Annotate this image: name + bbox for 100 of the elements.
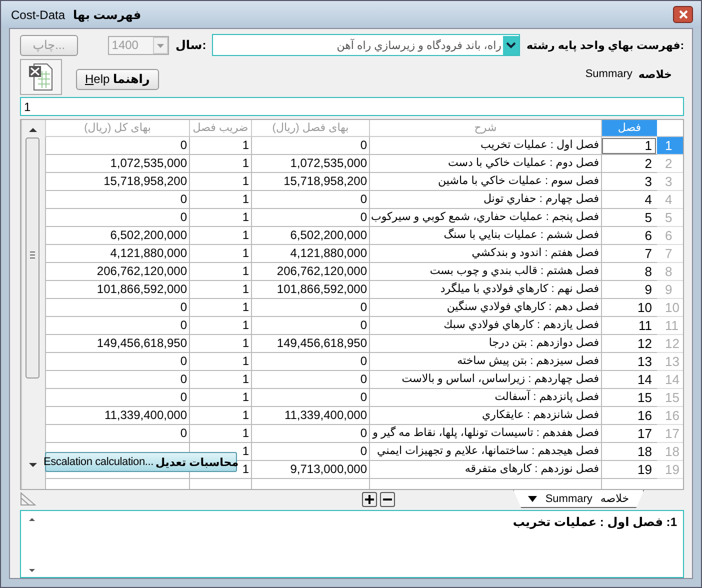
description-cell: فصل پانزدهم : آسفالت (369, 389, 601, 407)
description-cell: فصل هيجدهم : ساختمانها، علايم و تجهيزات ايمني (369, 443, 601, 461)
factor-cell: 1 (189, 173, 251, 191)
row-number[interactable]: 10 (657, 299, 683, 317)
summary-label: خلاصه (638, 68, 672, 80)
factor-cell: 1 (189, 263, 251, 281)
price-list-dropdown[interactable]: راه، باند فرودگاه و زيرسازي راه آهن (212, 34, 520, 56)
factor-cell: 1 (189, 281, 251, 299)
close-button[interactable] (673, 6, 693, 23)
chapter-cell: 12 (601, 335, 657, 353)
price-cell: 1,072,535,000 (251, 155, 369, 173)
price-cell: 11,339,400,000 (251, 407, 369, 425)
chapter-cell: 2 (601, 155, 657, 173)
row-number[interactable]: 14 (657, 371, 683, 389)
row-number[interactable]: 17 (657, 425, 683, 443)
price-cell: 0 (251, 209, 369, 227)
row-number[interactable]: 7 (657, 245, 683, 263)
price-cell: 9,713,000,000 (251, 461, 369, 479)
description-cell: فصل ششم : عمليات بنايي با سنگ (369, 227, 601, 245)
column-header[interactable]: شرح (369, 120, 601, 137)
description-cell: فصل هشتم : قالب بندي و چوب بست (369, 263, 601, 281)
row-number[interactable]: 5 (657, 209, 683, 227)
row-number[interactable]: 2 (657, 155, 683, 173)
total-cell: 1,072,535,000 (45, 155, 189, 173)
resize-grip-icon (20, 492, 36, 506)
price-cell: 0 (251, 299, 369, 317)
row-number[interactable]: 6 (657, 227, 683, 245)
row-number[interactable]: 15 (657, 389, 683, 407)
price-cell: 0 (251, 137, 369, 155)
factor-cell: 1 (189, 191, 251, 209)
chapter-cell: 16 (601, 407, 657, 425)
column-header[interactable]: بهای فصل (ریال) (251, 120, 369, 137)
window-title: Cost-Data (11, 8, 66, 22)
chapter-cell: 6 (601, 227, 657, 245)
description-cell: فصل نهم : كارهاي فولادي با ميلگرد (369, 281, 601, 299)
row-number[interactable]: 9 (657, 281, 683, 299)
chapter-cell: 18 (601, 443, 657, 461)
row-number[interactable]: 13 (657, 353, 683, 371)
factor-cell: 1 (189, 407, 251, 425)
row-number[interactable]: 8 (657, 263, 683, 281)
factor-cell: 1 (189, 137, 251, 155)
factor-cell: 1 (189, 209, 251, 227)
chapter-cell: 5 (601, 209, 657, 227)
total-cell: 149,456,618,950 (45, 335, 189, 353)
price-cell: 0 (251, 353, 369, 371)
column-header[interactable]: ضريب فصل (189, 120, 251, 137)
description-cell: فصل دوازدهم : بتن درجا (369, 335, 601, 353)
factor-cell: 1 (189, 245, 251, 263)
factor-cell: 1 (189, 299, 251, 317)
memo-field[interactable]: 1: فصل اول : عمليات تخريب (20, 510, 684, 578)
remove-button[interactable] (380, 492, 396, 506)
total-cell: 11,339,400,000 (45, 407, 189, 425)
row-number[interactable]: 18 (657, 443, 683, 461)
vertical-scrollbar[interactable] (21, 120, 45, 489)
description-cell: فصل شانزدهم : عايقكاري (369, 407, 601, 425)
description-cell: فصل چهاردهم : زيراساس، اساس و بالاست (369, 371, 601, 389)
chapter-cell: 3 (601, 173, 657, 191)
description-cell: فصل سوم : عمليات خاكي با ماشين (369, 173, 601, 191)
description-cell: فصل پنجم : عمليات حفاري، شمع كوبي و سيركوب (369, 209, 601, 227)
chapter-cell: 15 (601, 389, 657, 407)
total-cell: 0 (45, 209, 189, 227)
scroll-arrows-icon (27, 515, 37, 575)
chapter-cell: 17 (601, 425, 657, 443)
row-number[interactable]: 3 (657, 173, 683, 191)
row-number[interactable]: 11 (657, 317, 683, 335)
chapter-cell: 14 (601, 371, 657, 389)
add-button[interactable] (362, 492, 378, 506)
factor-cell: 1 (189, 227, 251, 245)
row-number[interactable]: 1 (657, 137, 683, 155)
dropdown-button-icon (153, 36, 168, 54)
total-cell: 0 (45, 137, 189, 155)
price-cell: 0 (251, 389, 369, 407)
excel-export-icon[interactable] (20, 59, 62, 95)
row-number[interactable]: 16 (657, 407, 683, 425)
description-cell: فصل دهم : كارهاي فولادي سنگين (369, 299, 601, 317)
column-header[interactable]: بهای کل (ریال) (45, 120, 189, 137)
price-cell: 6,502,200,000 (251, 227, 369, 245)
total-cell: 0 (45, 299, 189, 317)
chapter-cell: 13 (601, 353, 657, 371)
factor-cell: 1 (189, 425, 251, 443)
total-cell: 0 (45, 191, 189, 209)
description-cell: فصل يازدهم : كارهاي فولادي سبك (369, 317, 601, 335)
total-cell: 0 (45, 371, 189, 389)
column-header[interactable]: فصل (601, 120, 657, 137)
filter-field[interactable]: 1 (20, 97, 684, 116)
chapter-cell: 1 (601, 137, 657, 155)
chapter-cell: 7 (601, 245, 657, 263)
total-cell: 15,718,958,200 (45, 173, 189, 191)
factor-cell: 1 (189, 371, 251, 389)
price-cell: 149,456,618,950 (251, 335, 369, 353)
total-cell: 0 (45, 389, 189, 407)
row-number[interactable]: 12 (657, 335, 683, 353)
price-cell: 0 (251, 191, 369, 209)
row-number[interactable]: 4 (657, 191, 683, 209)
chapter-cell: 11 (601, 317, 657, 335)
close-icon (678, 10, 688, 19)
factor-cell: 1 (189, 353, 251, 371)
dropdown-arrow-icon (528, 496, 538, 502)
row-number[interactable]: 19 (657, 461, 683, 479)
summary-label: Summary (585, 68, 632, 80)
